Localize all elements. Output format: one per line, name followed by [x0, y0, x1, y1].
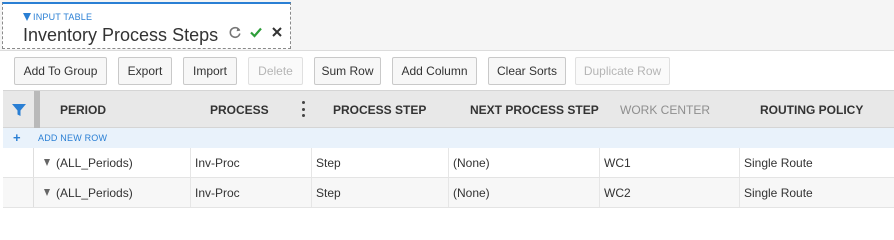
- checkmark-icon[interactable]: [248, 24, 264, 40]
- import-button[interactable]: Import: [183, 57, 237, 85]
- column-header-routing-policy[interactable]: ROUTING POLICY: [760, 91, 863, 128]
- refresh-icon[interactable]: [227, 24, 243, 40]
- row-gutter[interactable]: [3, 178, 34, 207]
- cell-next-process-step[interactable]: (None): [449, 148, 600, 177]
- table-row[interactable]: (ALL_Periods) Inv-Proc Step (None) WC1 S…: [3, 148, 894, 178]
- cell-period-text: (ALL_Periods): [56, 185, 133, 200]
- cell-process-step[interactable]: Step: [312, 178, 449, 207]
- delete-button[interactable]: Delete: [248, 57, 303, 85]
- grid-header: PERIOD PROCESS PROCESS STEP NEXT PROCESS…: [3, 90, 894, 128]
- column-header-period[interactable]: PERIOD: [60, 91, 106, 128]
- close-icon[interactable]: [269, 24, 285, 40]
- cell-period[interactable]: (ALL_Periods): [40, 178, 191, 207]
- column-header-next-process-step[interactable]: NEXT PROCESS STEP: [470, 91, 599, 128]
- cell-routing-policy[interactable]: Single Route: [740, 178, 894, 207]
- cell-next-process-step[interactable]: (None): [449, 178, 600, 207]
- clear-sorts-button[interactable]: Clear Sorts: [488, 57, 566, 85]
- add-column-button[interactable]: Add Column: [392, 57, 477, 85]
- column-header-work-center[interactable]: WORK CENTER: [620, 91, 710, 128]
- column-menu-icon[interactable]: [300, 101, 306, 117]
- plus-icon[interactable]: +: [13, 130, 21, 145]
- cell-work-center[interactable]: WC2: [600, 178, 740, 207]
- add-new-row-link[interactable]: ADD NEW ROW: [38, 133, 107, 143]
- add-new-row-bar[interactable]: + ADD NEW ROW: [3, 128, 894, 148]
- header-divider: [34, 91, 40, 128]
- table-row[interactable]: (ALL_Periods) Inv-Proc Step (None) WC2 S…: [3, 178, 894, 208]
- cell-period[interactable]: (ALL_Periods): [40, 148, 191, 177]
- input-table-grid: PERIOD PROCESS PROCESS STEP NEXT PROCESS…: [3, 90, 894, 213]
- toolbar: Add To Group Export Import Delete Sum Ro…: [0, 51, 894, 90]
- filter-triangle-icon: [44, 189, 50, 196]
- add-to-group-button[interactable]: Add To Group: [14, 57, 107, 85]
- tab-strip: INPUT TABLE Inventory Process Steps: [0, 0, 894, 51]
- cell-work-center[interactable]: WC1: [600, 148, 740, 177]
- column-header-process[interactable]: PROCESS: [210, 91, 269, 128]
- tab-title: Inventory Process Steps: [23, 25, 219, 45]
- cell-process-step[interactable]: Step: [312, 148, 449, 177]
- filter-triangle-icon: [44, 159, 50, 166]
- column-header-process-step[interactable]: PROCESS STEP: [333, 91, 426, 128]
- cell-routing-policy[interactable]: Single Route: [740, 148, 894, 177]
- cell-period-text: (ALL_Periods): [56, 155, 133, 170]
- tab-kicker-label: INPUT TABLE: [33, 12, 93, 22]
- cell-process[interactable]: Inv-Proc: [191, 148, 312, 177]
- cell-process[interactable]: Inv-Proc: [191, 178, 312, 207]
- export-button[interactable]: Export: [118, 57, 172, 85]
- row-gutter[interactable]: [3, 148, 34, 177]
- filter-icon[interactable]: [3, 91, 34, 128]
- filter-triangle-icon: [23, 13, 31, 21]
- sum-row-button[interactable]: Sum Row: [314, 57, 381, 85]
- duplicate-row-button[interactable]: Duplicate Row: [575, 57, 670, 85]
- input-table-tab[interactable]: INPUT TABLE Inventory Process Steps: [2, 2, 291, 49]
